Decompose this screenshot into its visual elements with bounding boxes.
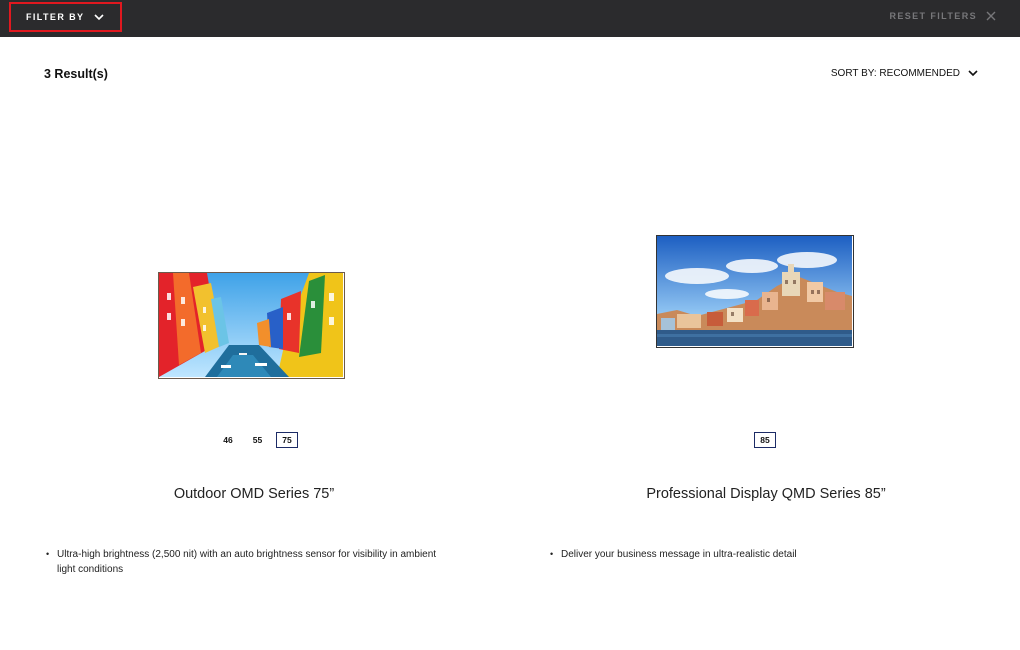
chevron-down-icon: [968, 70, 978, 77]
feature-list: Ultra-high brightness (2,500 nit) with a…: [46, 547, 456, 577]
filter-by-button[interactable]: FILTER BY: [9, 2, 122, 32]
product-card: 46 55 75 Outdoor OMD Series 75” Ultra-hi…: [0, 110, 510, 630]
close-icon: [986, 11, 996, 21]
size-option[interactable]: 55: [247, 432, 268, 448]
feature-list: Deliver your business message in ultra-r…: [550, 547, 960, 562]
reset-filters-button[interactable]: RESET FILTERS: [889, 11, 996, 21]
feature-item: Ultra-high brightness (2,500 nit) with a…: [46, 547, 456, 577]
filter-by-label: FILTER BY: [26, 12, 85, 22]
product-card: 85 Professional Display QMD Series 85” D…: [510, 110, 1020, 630]
feature-item: Deliver your business message in ultra-r…: [550, 547, 960, 562]
product-title[interactable]: Professional Display QMD Series 85”: [510, 486, 1020, 502]
results-count: 3 Result(s): [44, 67, 108, 81]
product-image[interactable]: [656, 235, 854, 348]
product-title[interactable]: Outdoor OMD Series 75”: [0, 486, 510, 502]
size-option-selected[interactable]: 75: [276, 432, 298, 448]
size-option[interactable]: 46: [217, 432, 238, 448]
filter-bar: FILTER BY RESET FILTERS: [0, 0, 1020, 37]
size-option-selected[interactable]: 85: [754, 432, 776, 448]
sort-dropdown[interactable]: SORT BY: RECOMMENDED: [831, 68, 978, 79]
chevron-down-icon: [94, 13, 105, 21]
reset-filters-label: RESET FILTERS: [889, 11, 977, 21]
sort-label: SORT BY: RECOMMENDED: [830, 68, 960, 79]
product-image[interactable]: [158, 272, 345, 379]
size-selector: 46 55 75: [0, 432, 510, 448]
size-selector: 85: [510, 432, 1020, 448]
